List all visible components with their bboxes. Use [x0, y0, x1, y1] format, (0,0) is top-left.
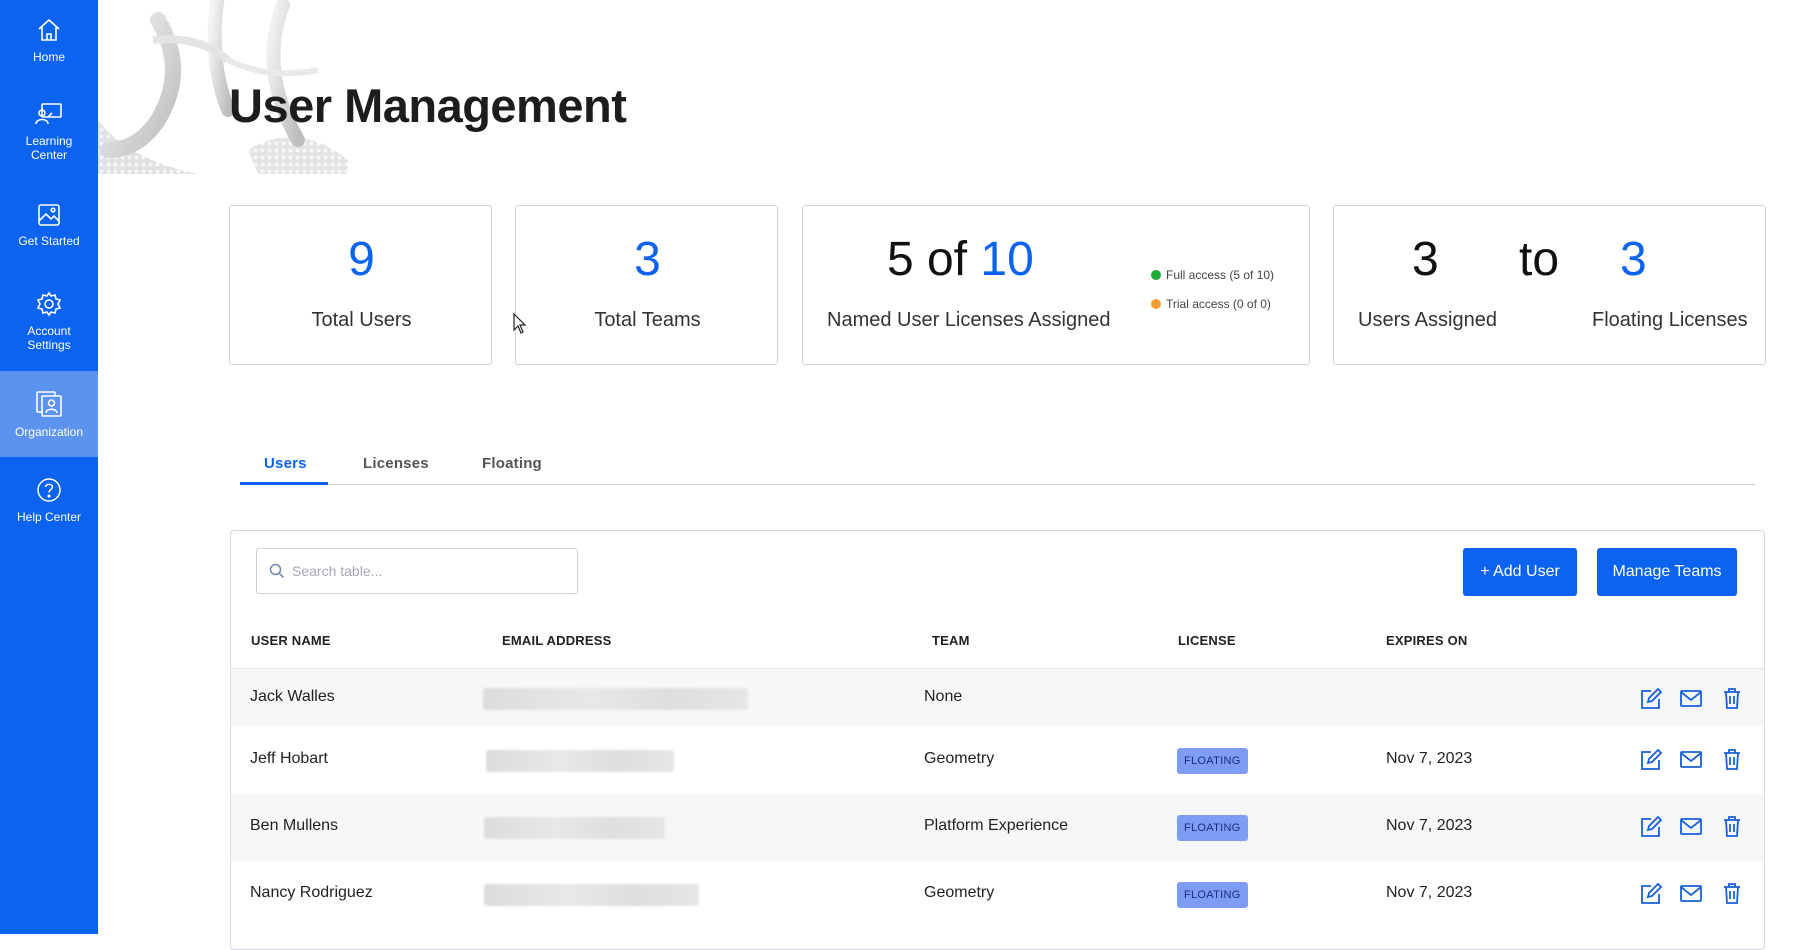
- user-name-cell: Jack Walles: [250, 688, 335, 705]
- tab-users[interactable]: Users: [264, 455, 307, 472]
- table-row[interactable]: Nancy Rodriguez Geometry FLOATING Nov 7,…: [231, 861, 1764, 928]
- page-title: User Management: [229, 79, 627, 132]
- email-redacted: [483, 688, 748, 710]
- total-teams-label: Total Teams: [594, 309, 701, 331]
- users-assigned-value: 3: [1412, 233, 1439, 286]
- help-icon: [37, 478, 61, 502]
- sidebar-item-label: Get Started: [18, 234, 80, 248]
- mail-icon[interactable]: [1680, 818, 1702, 835]
- floating-licenses-card: 3 to 3 Users Assigned Floating Licenses: [1333, 205, 1766, 365]
- email-redacted: [486, 750, 674, 772]
- edit-icon[interactable]: [1639, 749, 1663, 771]
- full-access-dot: [1151, 270, 1161, 280]
- organization-icon: [36, 391, 62, 417]
- legend-trial-access: Trial access (0 of 0): [1151, 297, 1271, 311]
- column-header-team[interactable]: TEAM: [932, 633, 970, 648]
- column-header-user-name[interactable]: USER NAME: [251, 633, 331, 648]
- gear-icon: [36, 291, 62, 317]
- user-name-cell: Ben Mullens: [250, 817, 339, 834]
- team-cell: None: [924, 688, 963, 705]
- sidebar-item-help-center[interactable]: Help Center: [0, 476, 98, 528]
- total-users-label: Total Users: [311, 309, 412, 331]
- table-row[interactable]: Ben Mullens Platform Experience FLOATING…: [231, 794, 1764, 861]
- legend-full-access-label: Full access (5 of 10): [1166, 268, 1275, 282]
- trash-icon[interactable]: [1722, 687, 1742, 709]
- expires-on-cell: Nov 7, 2023: [1386, 750, 1473, 767]
- sidebar-item-get-started[interactable]: Get Started: [0, 202, 98, 254]
- total-teams-value: 3: [634, 233, 661, 286]
- learning-center-icon: [35, 103, 62, 125]
- tabs-divider: [240, 484, 1755, 485]
- table-row[interactable]: Jeff Hobart Geometry FLOATING Nov 7, 202…: [231, 726, 1764, 794]
- manage-teams-button[interactable]: Manage Teams: [1597, 548, 1737, 596]
- total-users-value: 9: [348, 233, 375, 286]
- search-box: [256, 548, 578, 594]
- license-badge: FLOATING: [1177, 882, 1248, 908]
- trash-icon[interactable]: [1722, 748, 1742, 770]
- search-icon: [269, 563, 285, 579]
- named-licenses-value: 5 of 10: [887, 234, 1034, 286]
- license-badge: FLOATING: [1177, 815, 1248, 841]
- sidebar-item-learning-center[interactable]: Learning Center: [0, 100, 98, 170]
- mail-icon[interactable]: [1680, 751, 1702, 768]
- total-teams-card: 3 Total Teams: [515, 205, 778, 365]
- mail-icon[interactable]: [1680, 690, 1702, 707]
- add-user-button[interactable]: + Add User: [1463, 548, 1577, 596]
- sidebar-item-label: Learning Center: [25, 134, 73, 162]
- licenses-assigned-count: 5: [887, 233, 914, 286]
- legend-full-access: Full access (5 of 10): [1151, 268, 1274, 282]
- sidebar-item-label: Home: [32, 50, 65, 64]
- legend-trial-access-label: Trial access (0 of 0): [1166, 297, 1271, 311]
- edit-icon[interactable]: [1639, 883, 1663, 905]
- users-table-panel: + Add User Manage Teams USER NAME EMAIL …: [230, 530, 1765, 950]
- users-assigned-label: Users Assigned: [1358, 309, 1497, 331]
- total-users-card: 9 Total Users: [229, 205, 492, 365]
- sidebar-item-home[interactable]: Home: [0, 16, 98, 78]
- sidebar-item-account-settings[interactable]: Account Settings: [0, 290, 98, 354]
- team-cell: Geometry: [924, 884, 995, 901]
- column-header-license[interactable]: LICENSE: [1178, 633, 1236, 648]
- active-tab-indicator: [240, 482, 328, 485]
- table-row[interactable]: Jack Walles None: [231, 669, 1764, 726]
- user-name-cell: Nancy Rodriguez: [250, 884, 373, 901]
- sidebar-item-label: Help Center: [16, 510, 82, 524]
- named-licenses-card: 5 of 10 Named User Licenses Assigned Ful…: [802, 205, 1310, 365]
- sidebar-item-organization[interactable]: Organization: [0, 371, 98, 457]
- edit-icon[interactable]: [1639, 816, 1663, 838]
- team-cell: Platform Experience: [924, 817, 1069, 834]
- email-redacted: [484, 817, 665, 839]
- named-licenses-label: Named User Licenses Assigned: [827, 309, 1111, 331]
- team-cell: Geometry: [924, 750, 995, 767]
- trial-access-dot: [1151, 299, 1161, 309]
- expires-on-cell: Nov 7, 2023: [1386, 817, 1473, 834]
- to-word: to: [1519, 233, 1560, 286]
- mouse-cursor-icon: [513, 313, 527, 334]
- sidebar-item-label: Account Settings: [27, 324, 71, 352]
- trash-icon[interactable]: [1722, 815, 1742, 837]
- tab-floating[interactable]: Floating: [482, 455, 542, 472]
- home-icon: [38, 18, 60, 41]
- trash-icon[interactable]: [1722, 882, 1742, 904]
- user-name-cell: Jeff Hobart: [250, 750, 328, 767]
- licenses-of-word: of: [927, 233, 968, 286]
- floating-licenses-value: 3: [1620, 233, 1647, 286]
- sidebar-item-label: Organization: [14, 425, 84, 439]
- licenses-total-count: 10: [980, 233, 1034, 286]
- search-input[interactable]: [292, 549, 572, 593]
- sidebar: Home Learning Center Get Started Account…: [0, 0, 98, 934]
- email-redacted: [484, 884, 699, 906]
- column-header-expires-on[interactable]: EXPIRES ON: [1386, 633, 1467, 648]
- image-icon: [38, 204, 60, 226]
- mail-icon[interactable]: [1680, 885, 1702, 902]
- column-header-email[interactable]: EMAIL ADDRESS: [502, 633, 612, 648]
- expires-on-cell: Nov 7, 2023: [1386, 884, 1473, 901]
- license-badge: FLOATING: [1177, 748, 1248, 774]
- tab-licenses[interactable]: Licenses: [363, 455, 429, 472]
- floating-licenses-label: Floating Licenses: [1592, 309, 1748, 331]
- edit-icon[interactable]: [1639, 688, 1663, 710]
